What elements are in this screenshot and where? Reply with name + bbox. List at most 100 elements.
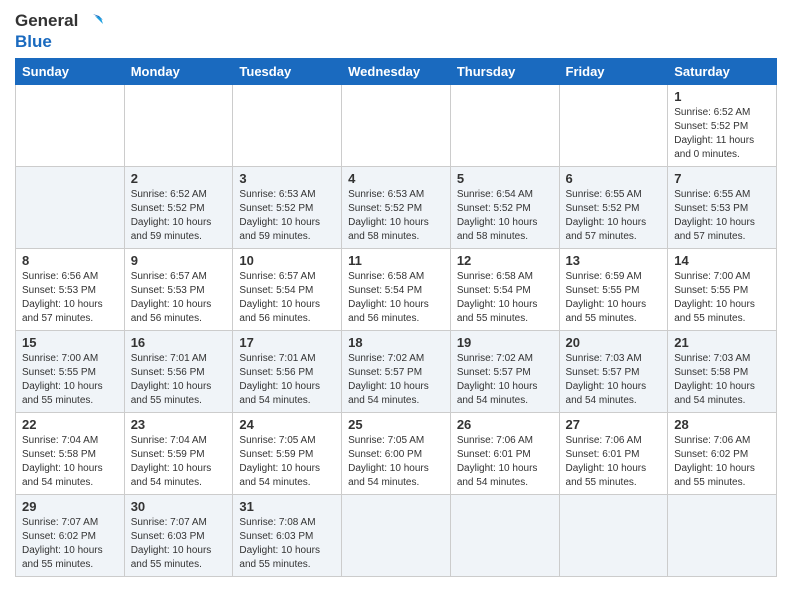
calendar-cell bbox=[450, 85, 559, 167]
cell-content: Sunrise: 7:08 AMSunset: 6:03 PMDaylight:… bbox=[239, 516, 335, 572]
cell-content: Sunrise: 6:56 AMSunset: 5:53 PMDaylight:… bbox=[22, 270, 118, 326]
day-number: 14 bbox=[674, 253, 770, 268]
header-day-wednesday: Wednesday bbox=[342, 59, 451, 85]
calendar-cell: 25Sunrise: 7:05 AMSunset: 6:00 PMDayligh… bbox=[342, 413, 451, 495]
calendar-cell: 31 Sunrise: 7:08 AMSunset: 6:03 PMDayligh… bbox=[233, 495, 342, 577]
calendar-cell: 1 Sunrise: 6:52 AMSunset: 5:52 PMDaylight… bbox=[668, 85, 777, 167]
cell-content: Sunrise: 7:00 AMSunset: 5:55 PMDaylight:… bbox=[22, 352, 118, 408]
cell-content: Sunrise: 6:55 AMSunset: 5:53 PMDaylight:… bbox=[674, 188, 770, 244]
calendar-cell bbox=[668, 495, 777, 577]
calendar-cell: 21Sunrise: 7:03 AMSunset: 5:58 PMDayligh… bbox=[668, 331, 777, 413]
day-number: 23 bbox=[131, 417, 227, 432]
cell-content: Sunrise: 6:55 AMSunset: 5:52 PMDaylight:… bbox=[566, 188, 662, 244]
cell-content: Sunrise: 6:53 AMSunset: 5:52 PMDaylight:… bbox=[348, 188, 444, 244]
main-container: General Blue SundayMondayTuesdayWednesda… bbox=[0, 0, 792, 587]
day-number: 17 bbox=[239, 335, 335, 350]
day-number: 19 bbox=[457, 335, 553, 350]
header-row: SundayMondayTuesdayWednesdayThursdayFrid… bbox=[16, 59, 777, 85]
calendar-cell: 12 Sunrise: 6:58 AMSunset: 5:54 PMDayligh… bbox=[450, 249, 559, 331]
header-day-tuesday: Tuesday bbox=[233, 59, 342, 85]
calendar-cell: 18 Sunrise: 7:02 AMSunset: 5:57 PMDayligh… bbox=[342, 331, 451, 413]
day-number: 26 bbox=[457, 417, 553, 432]
cell-content: Sunrise: 7:02 AMSunset: 5:57 PMDaylight:… bbox=[457, 352, 553, 408]
cell-content: Sunrise: 7:03 AMSunset: 5:58 PMDaylight:… bbox=[674, 352, 770, 408]
calendar-cell bbox=[124, 85, 233, 167]
calendar-cell bbox=[559, 85, 668, 167]
day-number: 3 bbox=[239, 171, 335, 186]
logo-general: General bbox=[15, 11, 78, 31]
day-number: 28 bbox=[674, 417, 770, 432]
cell-content: Sunrise: 6:57 AMSunset: 5:53 PMDaylight:… bbox=[131, 270, 227, 326]
calendar-cell: 26 Sunrise: 7:06 AMSunset: 6:01 PMDayligh… bbox=[450, 413, 559, 495]
logo: General Blue bbox=[15, 10, 103, 52]
logo-bird-icon bbox=[81, 10, 103, 32]
cell-content: Sunrise: 6:57 AMSunset: 5:54 PMDaylight:… bbox=[239, 270, 335, 326]
week-row-2: 8Sunrise: 6:56 AMSunset: 5:53 PMDaylight… bbox=[16, 249, 777, 331]
day-number: 10 bbox=[239, 253, 335, 268]
calendar-cell: 15 Sunrise: 7:00 AMSunset: 5:55 PMDayligh… bbox=[16, 331, 125, 413]
cell-content: Sunrise: 7:04 AMSunset: 5:58 PMDaylight:… bbox=[22, 434, 118, 490]
header-day-sunday: Sunday bbox=[16, 59, 125, 85]
calendar-cell bbox=[450, 495, 559, 577]
calendar-cell: 11 Sunrise: 6:58 AMSunset: 5:54 PMDayligh… bbox=[342, 249, 451, 331]
calendar-table: SundayMondayTuesdayWednesdayThursdayFrid… bbox=[15, 58, 777, 577]
calendar-cell: 14Sunrise: 7:00 AMSunset: 5:55 PMDayligh… bbox=[668, 249, 777, 331]
cell-content: Sunrise: 7:06 AMSunset: 6:01 PMDaylight:… bbox=[457, 434, 553, 490]
calendar-cell bbox=[233, 85, 342, 167]
week-row-5: 29Sunrise: 7:07 AMSunset: 6:02 PMDayligh… bbox=[16, 495, 777, 577]
calendar-cell: 13Sunrise: 6:59 AMSunset: 5:55 PMDayligh… bbox=[559, 249, 668, 331]
cell-content: Sunrise: 7:05 AMSunset: 5:59 PMDaylight:… bbox=[239, 434, 335, 490]
calendar-cell bbox=[342, 495, 451, 577]
calendar-cell: 9Sunrise: 6:57 AMSunset: 5:53 PMDaylight… bbox=[124, 249, 233, 331]
week-row-0: 1 Sunrise: 6:52 AMSunset: 5:52 PMDaylight… bbox=[16, 85, 777, 167]
cell-content: Sunrise: 7:03 AMSunset: 5:57 PMDaylight:… bbox=[566, 352, 662, 408]
calendar-cell: 22 Sunrise: 7:04 AMSunset: 5:58 PMDayligh… bbox=[16, 413, 125, 495]
week-row-3: 15 Sunrise: 7:00 AMSunset: 5:55 PMDayligh… bbox=[16, 331, 777, 413]
day-number: 27 bbox=[566, 417, 662, 432]
calendar-cell: 16 Sunrise: 7:01 AMSunset: 5:56 PMDayligh… bbox=[124, 331, 233, 413]
day-number: 12 bbox=[457, 253, 553, 268]
calendar-cell: 19 Sunrise: 7:02 AMSunset: 5:57 PMDayligh… bbox=[450, 331, 559, 413]
day-number: 13 bbox=[566, 253, 662, 268]
day-number: 20 bbox=[566, 335, 662, 350]
calendar-cell: 20 Sunrise: 7:03 AMSunset: 5:57 PMDayligh… bbox=[559, 331, 668, 413]
calendar-cell: 4 Sunrise: 6:53 AMSunset: 5:52 PMDaylight… bbox=[342, 167, 451, 249]
day-number: 1 bbox=[674, 89, 770, 104]
header: General Blue bbox=[15, 10, 777, 52]
cell-content: Sunrise: 7:02 AMSunset: 5:57 PMDaylight:… bbox=[348, 352, 444, 408]
calendar-cell: 8Sunrise: 6:56 AMSunset: 5:53 PMDaylight… bbox=[16, 249, 125, 331]
cell-content: Sunrise: 6:53 AMSunset: 5:52 PMDaylight:… bbox=[239, 188, 335, 244]
day-number: 30 bbox=[131, 499, 227, 514]
calendar-cell: 30 Sunrise: 7:07 AMSunset: 6:03 PMDayligh… bbox=[124, 495, 233, 577]
cell-content: Sunrise: 6:58 AMSunset: 5:54 PMDaylight:… bbox=[457, 270, 553, 326]
calendar-cell bbox=[559, 495, 668, 577]
logo-blue: Blue bbox=[15, 32, 52, 52]
day-number: 11 bbox=[348, 253, 444, 268]
week-row-4: 22 Sunrise: 7:04 AMSunset: 5:58 PMDayligh… bbox=[16, 413, 777, 495]
cell-content: Sunrise: 6:58 AMSunset: 5:54 PMDaylight:… bbox=[348, 270, 444, 326]
cell-content: Sunrise: 7:04 AMSunset: 5:59 PMDaylight:… bbox=[131, 434, 227, 490]
day-number: 5 bbox=[457, 171, 553, 186]
day-number: 25 bbox=[348, 417, 444, 432]
calendar-cell: 28 Sunrise: 7:06 AMSunset: 6:02 PMDayligh… bbox=[668, 413, 777, 495]
calendar-cell: 2Sunrise: 6:52 AMSunset: 5:52 PMDaylight… bbox=[124, 167, 233, 249]
day-number: 18 bbox=[348, 335, 444, 350]
cell-content: Sunrise: 6:52 AMSunset: 5:52 PMDaylight:… bbox=[131, 188, 227, 244]
cell-content: Sunrise: 6:54 AMSunset: 5:52 PMDaylight:… bbox=[457, 188, 553, 244]
day-number: 15 bbox=[22, 335, 118, 350]
calendar-cell: 7Sunrise: 6:55 AMSunset: 5:53 PMDaylight… bbox=[668, 167, 777, 249]
cell-content: Sunrise: 7:07 AMSunset: 6:03 PMDaylight:… bbox=[131, 516, 227, 572]
day-number: 31 bbox=[239, 499, 335, 514]
cell-content: Sunrise: 7:01 AMSunset: 5:56 PMDaylight:… bbox=[131, 352, 227, 408]
day-number: 22 bbox=[22, 417, 118, 432]
calendar-cell: 10 Sunrise: 6:57 AMSunset: 5:54 PMDayligh… bbox=[233, 249, 342, 331]
day-number: 4 bbox=[348, 171, 444, 186]
header-day-friday: Friday bbox=[559, 59, 668, 85]
calendar-cell: 24Sunrise: 7:05 AMSunset: 5:59 PMDayligh… bbox=[233, 413, 342, 495]
day-number: 29 bbox=[22, 499, 118, 514]
cell-content: Sunrise: 6:52 AMSunset: 5:52 PMDaylight:… bbox=[674, 106, 770, 162]
calendar-cell: 17Sunrise: 7:01 AMSunset: 5:56 PMDayligh… bbox=[233, 331, 342, 413]
calendar-cell: 5 Sunrise: 6:54 AMSunset: 5:52 PMDaylight… bbox=[450, 167, 559, 249]
day-number: 16 bbox=[131, 335, 227, 350]
cell-content: Sunrise: 7:06 AMSunset: 6:02 PMDaylight:… bbox=[674, 434, 770, 490]
